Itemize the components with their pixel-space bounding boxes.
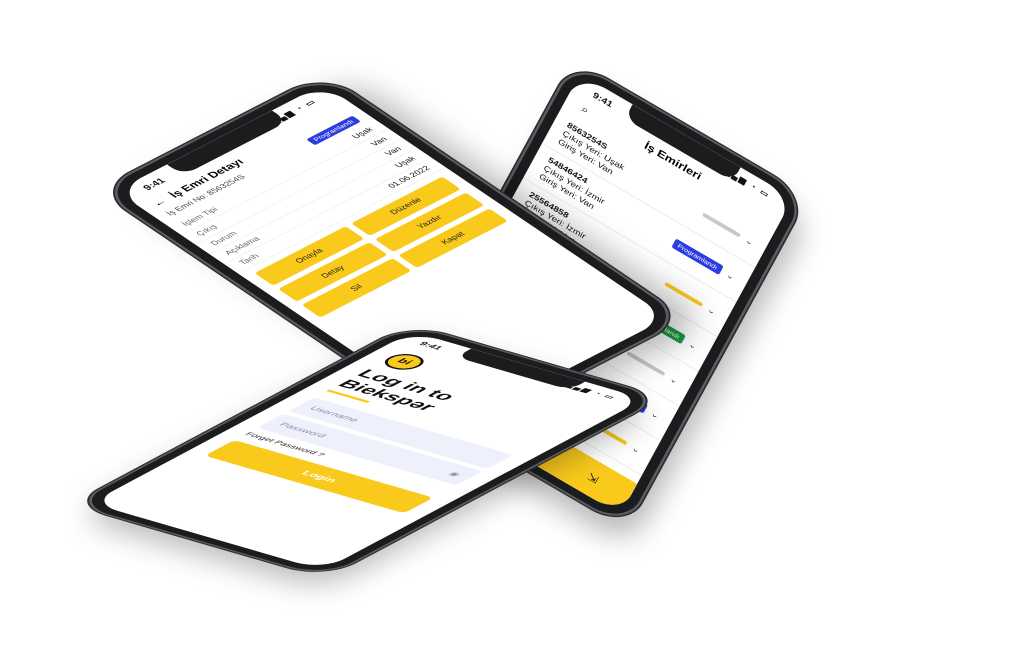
chevron-down-icon[interactable]: ⌄ [706,305,717,317]
chevron-down-icon[interactable]: ⌄ [668,374,679,386]
username-placeholder: Username [307,405,362,423]
password-placeholder: Password [276,421,330,439]
chevron-down-icon[interactable]: ⌄ [630,443,641,455]
logout-icon[interactable]: ⇲ [583,469,603,488]
chevron-down-icon[interactable]: ⌄ [649,409,660,421]
eye-icon[interactable]: ◉ [445,470,464,478]
back-arrow-icon[interactable]: ← [149,196,170,209]
chevron-down-icon[interactable]: ⌄ [687,339,698,351]
status-badge [663,281,704,307]
status-time: 9:41 [416,340,446,351]
chevron-down-icon[interactable]: ⌄ [725,270,736,282]
chevron-down-icon[interactable]: ⌄ [744,235,755,247]
status-badge [626,351,666,377]
status-badge [701,212,742,238]
